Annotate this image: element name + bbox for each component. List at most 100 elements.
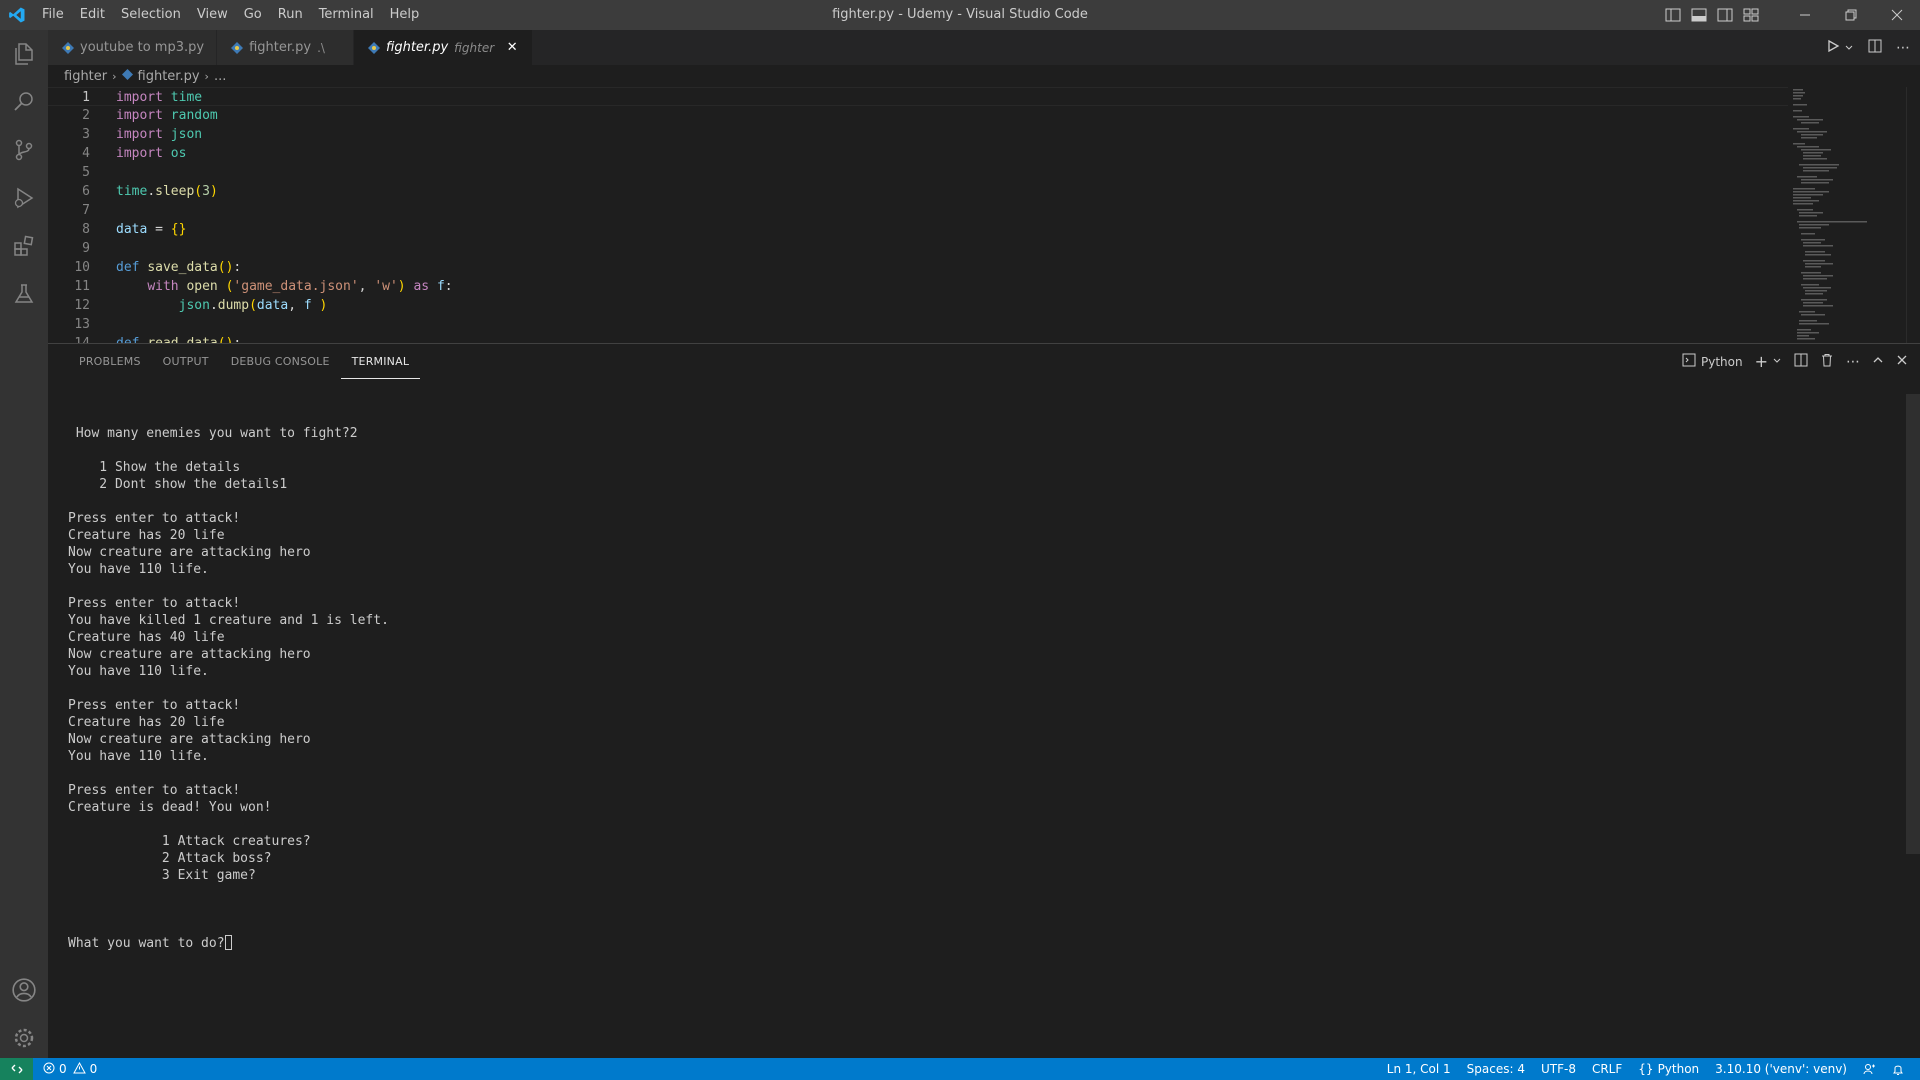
- vscode-logo-icon[interactable]: [0, 0, 34, 30]
- terminal-output[interactable]: How many enemies you want to fight?2 1 S…: [68, 391, 1888, 1051]
- menu-help[interactable]: Help: [382, 0, 428, 30]
- breadcrumb: fighter › fighter.py › ...: [48, 65, 1920, 87]
- tab-terminal[interactable]: TERMINAL: [340, 344, 421, 379]
- breadcrumb-folder[interactable]: fighter: [64, 69, 107, 84]
- breadcrumb-symbols[interactable]: ...: [214, 69, 226, 84]
- breadcrumb-file[interactable]: fighter.py: [138, 69, 200, 84]
- braces-icon: {}: [1638, 1062, 1654, 1076]
- tab-problems[interactable]: PROBLEMS: [68, 344, 152, 379]
- customize-layout-icon[interactable]: [1742, 6, 1760, 24]
- notifications-bell-icon[interactable]: [1884, 1063, 1912, 1076]
- terminal-line: 2 Attack boss?: [68, 851, 272, 866]
- encoding[interactable]: UTF-8: [1533, 1058, 1584, 1080]
- toggle-primary-sidebar-icon[interactable]: [1664, 6, 1682, 24]
- close-window-icon[interactable]: [1874, 0, 1920, 30]
- menu-file[interactable]: File: [34, 0, 72, 30]
- warning-count: 0: [89, 1062, 98, 1076]
- run-python-file-icon[interactable]: [1826, 38, 1840, 57]
- problems-status[interactable]: 0 0: [43, 1061, 98, 1077]
- terminal-line: 2 Dont show the details1: [68, 477, 288, 492]
- editor-scrollbar[interactable]: [1906, 87, 1920, 343]
- tab-output[interactable]: OUTPUT: [152, 344, 220, 379]
- status-bar: 0 0 Ln 1, Col 1 Spaces: 4 UTF-8 CRLF {} P…: [0, 1058, 1920, 1080]
- python-interpreter[interactable]: 3.10.10 ('venv': venv): [1707, 1058, 1855, 1080]
- source-control-icon[interactable]: [0, 126, 48, 174]
- split-terminal-icon[interactable]: [1794, 353, 1808, 370]
- new-terminal-plus-icon[interactable]: +: [1755, 352, 1768, 371]
- minimap[interactable]: [1793, 87, 1913, 343]
- toggle-secondary-sidebar-icon[interactable]: [1716, 6, 1734, 24]
- python-file-icon: [62, 41, 74, 54]
- restore-icon[interactable]: [1828, 0, 1874, 30]
- run-dropdown-chevron-down-icon[interactable]: [1844, 38, 1854, 57]
- terminal-line: 3 Exit game?: [68, 868, 256, 883]
- terminal-line: You have 110 life.: [68, 562, 209, 577]
- terminal-line: Press enter to attack!: [68, 511, 241, 526]
- kill-terminal-trash-icon[interactable]: [1820, 353, 1834, 370]
- search-icon[interactable]: [0, 78, 48, 126]
- python-file-icon: [121, 68, 133, 84]
- tab-description: .\: [317, 40, 325, 55]
- run-and-debug-icon[interactable]: [0, 174, 48, 222]
- explorer-icon[interactable]: [0, 30, 48, 78]
- python-file-icon: [367, 41, 380, 54]
- code-editor[interactable]: 1 import time 2 import random 3 import json…: [48, 87, 1920, 343]
- warning-icon: [72, 1061, 86, 1077]
- accounts-icon[interactable]: [0, 966, 48, 1014]
- more-actions-icon[interactable]: ⋯: [1846, 354, 1860, 370]
- minimize-icon[interactable]: [1782, 0, 1828, 30]
- split-editor-icon[interactable]: [1868, 38, 1882, 57]
- more-actions-icon[interactable]: ⋯: [1896, 40, 1910, 56]
- manage-gear-icon[interactable]: [0, 1014, 48, 1062]
- remote-indicator-icon[interactable]: [0, 1058, 33, 1080]
- tab-label: fighter.py: [385, 40, 449, 55]
- end-of-line[interactable]: CRLF: [1584, 1058, 1630, 1080]
- terminal-line: Creature has 20 life: [68, 528, 225, 543]
- feedback-icon[interactable]: [1855, 1063, 1884, 1076]
- chevron-right-icon: ›: [112, 69, 117, 83]
- tab-fighter-root[interactable]: fighter.py .\: [217, 30, 354, 65]
- title-bar: File Edit Selection View Go Run Terminal…: [0, 0, 1920, 30]
- terminal-scrollbar[interactable]: [1906, 394, 1920, 854]
- terminal-line: Creature has 20 life: [68, 715, 225, 730]
- language-mode[interactable]: {} Python: [1630, 1058, 1707, 1080]
- cursor-position[interactable]: Ln 1, Col 1: [1379, 1058, 1459, 1080]
- code-line: 9: [82, 241, 90, 256]
- close-tab-icon[interactable]: ✕: [504, 40, 520, 55]
- indentation[interactable]: Spaces: 4: [1459, 1058, 1533, 1080]
- menu-bar: File Edit Selection View Go Run Terminal…: [34, 0, 427, 30]
- maximize-panel-chevron-up-icon[interactable]: [1872, 354, 1884, 369]
- close-panel-icon[interactable]: [1896, 354, 1908, 369]
- terminal-line: Now creature are attacking hero: [68, 545, 311, 560]
- menu-run[interactable]: Run: [270, 0, 311, 30]
- extensions-icon[interactable]: [0, 222, 48, 270]
- tab-youtube-to-mp3[interactable]: youtube to mp3.py: [48, 30, 218, 65]
- terminal-profile-selector[interactable]: Python: [1682, 353, 1743, 370]
- terminal-dropdown-chevron-down-icon[interactable]: [1772, 355, 1782, 369]
- code-line: 8 data = {}: [82, 222, 187, 237]
- python-file-icon: [231, 41, 244, 54]
- menu-selection[interactable]: Selection: [113, 0, 189, 30]
- menu-terminal[interactable]: Terminal: [311, 0, 382, 30]
- code-line: 11 with open ('game_data.json', 'w') as …: [74, 279, 453, 294]
- menu-edit[interactable]: Edit: [72, 0, 113, 30]
- tab-fighter-active[interactable]: fighter.py fighter ✕: [353, 30, 534, 65]
- menu-view[interactable]: View: [189, 0, 236, 30]
- language-label: Python: [1657, 1062, 1700, 1076]
- toggle-panel-icon[interactable]: [1690, 6, 1708, 24]
- testing-flask-icon[interactable]: [0, 270, 48, 318]
- code-line: 2 import random: [82, 108, 218, 123]
- error-count: 0: [59, 1062, 67, 1076]
- terminal-line: You have killed 1 creature and 1 is left…: [68, 613, 389, 628]
- tab-description: fighter: [454, 40, 495, 55]
- terminal-cursor: [224, 935, 232, 950]
- tab-debug-console[interactable]: DEBUG CONSOLE: [220, 344, 341, 379]
- tab-label: youtube to mp3.py: [80, 40, 205, 55]
- terminal-line: Press enter to attack!: [68, 596, 241, 611]
- menu-go[interactable]: Go: [236, 0, 270, 30]
- chevron-right-icon: ›: [204, 69, 209, 83]
